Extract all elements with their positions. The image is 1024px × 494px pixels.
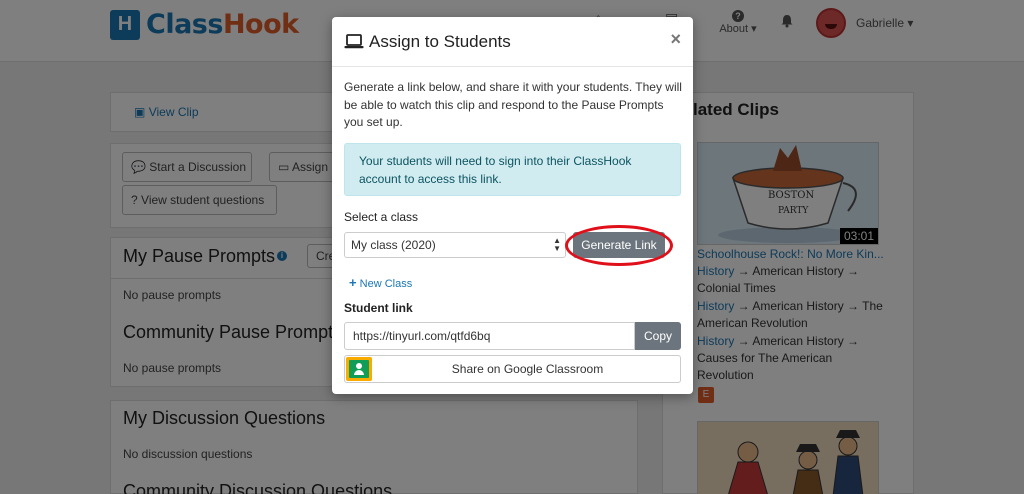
select-class-label: Select a class	[344, 210, 419, 224]
share-google-classroom-button[interactable]: Share on Google Classroom	[344, 355, 681, 383]
plus-icon: +	[349, 275, 357, 290]
class-select-value: My class (2020)	[351, 238, 436, 252]
modal-title: Assign to Students	[369, 32, 511, 51]
laptop-icon	[344, 34, 364, 49]
assign-to-students-modal: Assign to Students × Generate a link bel…	[332, 17, 693, 394]
new-class-label: New Class	[359, 278, 413, 290]
generate-link-button[interactable]: Generate Link	[573, 232, 665, 258]
sign-in-alert: Your students will need to sign into the…	[344, 143, 681, 196]
new-class-link[interactable]: + New Class	[349, 275, 412, 290]
student-link-input[interactable]: https://tinyurl.com/qtfd6bq	[344, 322, 635, 350]
google-classroom-icon	[346, 357, 372, 381]
copy-button[interactable]: Copy	[635, 322, 681, 350]
modal-description: Generate a link below, and share it with…	[344, 80, 682, 129]
student-link-label: Student link	[344, 301, 413, 315]
select-arrows-icon: ▲ ▼	[553, 236, 561, 253]
close-icon[interactable]: ×	[670, 29, 681, 50]
class-select[interactable]: My class (2020) ▲ ▼	[344, 232, 566, 258]
google-classroom-label: Share on Google Classroom	[451, 362, 604, 376]
modal-header: Assign to Students ×	[332, 17, 693, 67]
